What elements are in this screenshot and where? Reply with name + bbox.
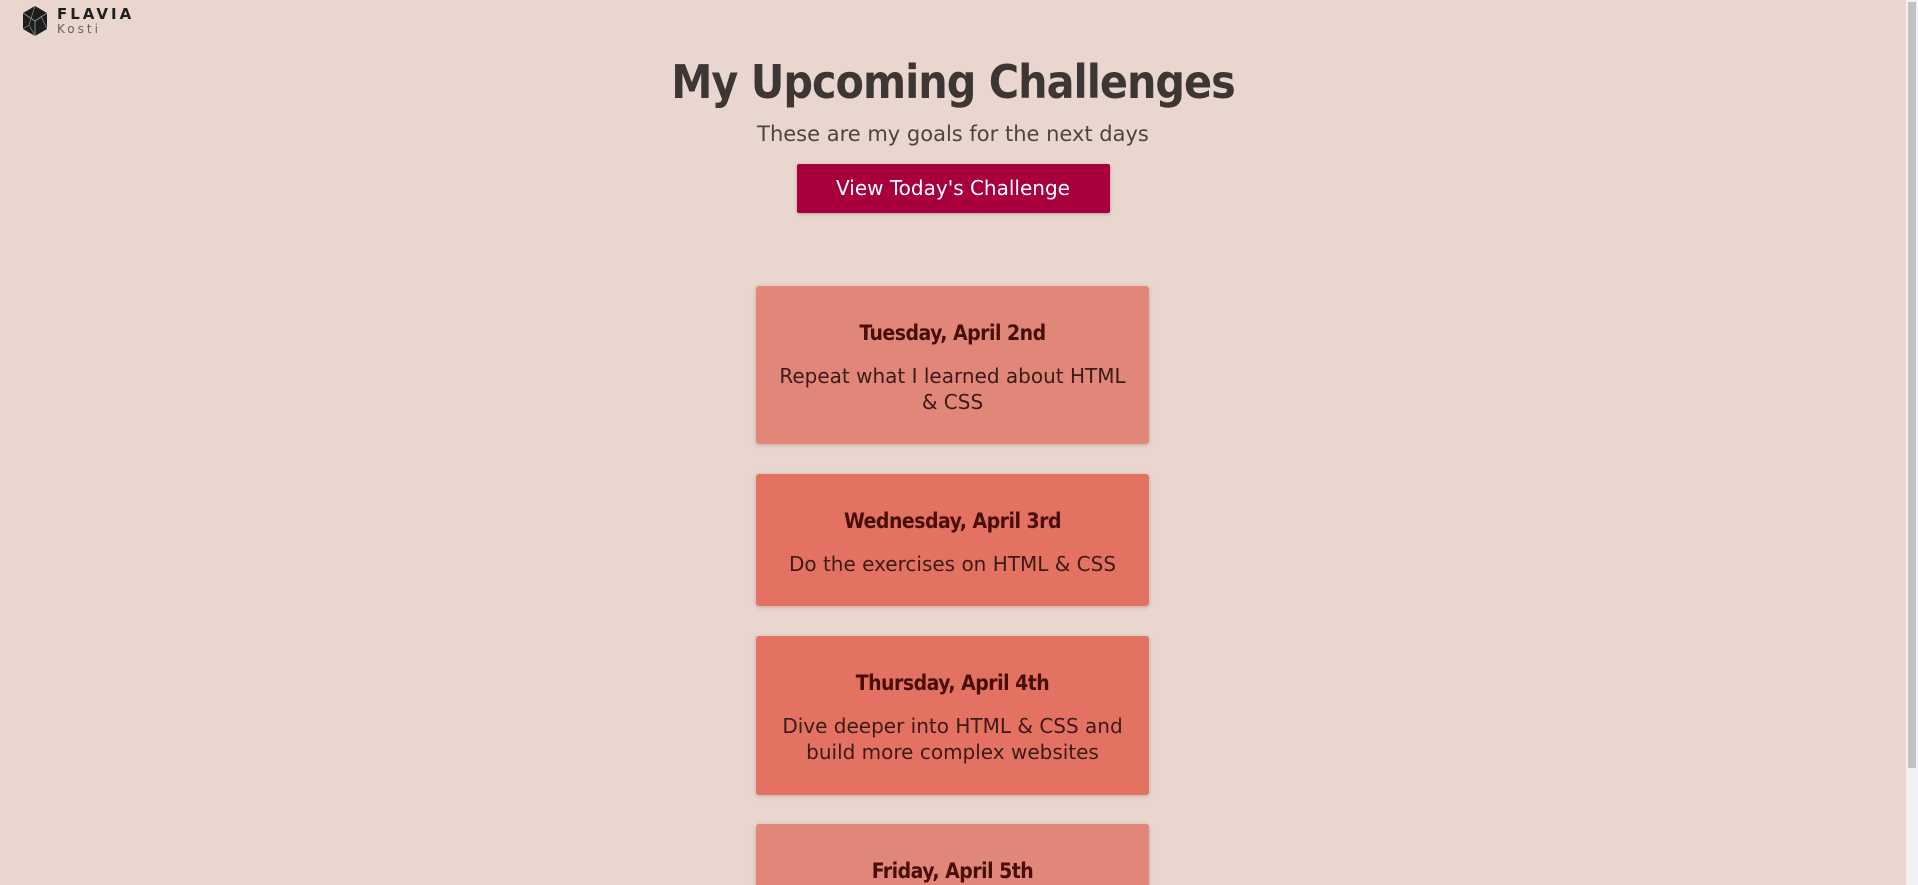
challenge-card: Friday, April 5th [756, 824, 1149, 885]
challenge-date: Tuesday, April 2nd [859, 321, 1046, 345]
challenge-text: Repeat what I learned about HTML & CSS [779, 364, 1126, 414]
challenge-card: Wednesday, April 3rd Do the exercises on… [756, 474, 1149, 606]
page-header: My Upcoming Challenges These are my goal… [0, 50, 1906, 213]
challenge-date: Thursday, April 4th [855, 671, 1050, 695]
challenge-date: Friday, April 5th [871, 859, 1034, 883]
challenge-date: Wednesday, April 3rd [844, 509, 1062, 533]
logo-subname: Kosti [57, 22, 101, 36]
page: FLAVIA Kosti My Upcoming Challenges Thes… [0, 0, 1918, 885]
page-subtitle: These are my goals for the next days [757, 122, 1149, 146]
challenge-card: Tuesday, April 2nd Repeat what I learned… [756, 286, 1149, 444]
logo[interactable]: FLAVIA Kosti [21, 5, 134, 37]
scrollbar[interactable] [1906, 0, 1918, 885]
scrollbar-thumb[interactable] [1908, 2, 1916, 768]
challenge-text: Dive deeper into HTML & CSS and build mo… [782, 714, 1123, 764]
logo-name: FLAVIA [57, 5, 135, 23]
view-todays-challenge-button[interactable]: View Today's Challenge [796, 164, 1110, 213]
logo-text: FLAVIA Kosti [57, 5, 135, 36]
challenge-card: Thursday, April 4th Dive deeper into HTM… [756, 636, 1149, 795]
challenge-text: Do the exercises on HTML & CSS [788, 552, 1117, 576]
geometric-gem-icon [21, 5, 49, 37]
page-title: My Upcoming Challenges [671, 55, 1236, 109]
